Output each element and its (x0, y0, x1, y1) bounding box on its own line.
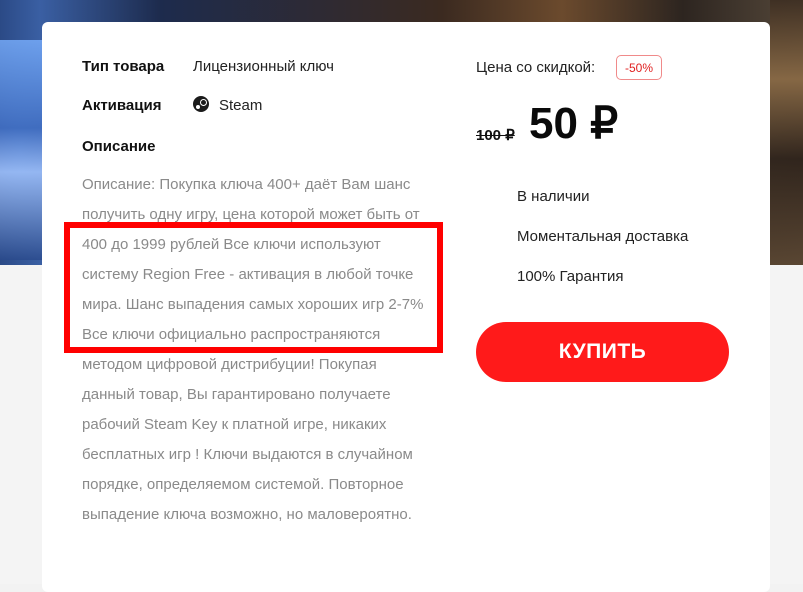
banner-art-left (0, 40, 42, 260)
buy-button[interactable]: КУПИТЬ (476, 322, 729, 382)
type-value: Лицензионный ключ (193, 58, 334, 75)
discount-price-label: Цена со скидкой: (476, 59, 596, 76)
discount-badge: -50% (616, 55, 662, 80)
feature-instant-delivery: Моментальная доставка (517, 228, 689, 245)
banner-art-right (770, 0, 803, 265)
product-card: Тип товара Лицензионный ключ Активация S… (42, 22, 770, 592)
old-price: 100 ₽ (476, 127, 515, 144)
type-label: Тип товара (82, 58, 165, 75)
description-label: Описание (82, 138, 156, 155)
activation-value: Steam (219, 97, 263, 114)
feature-guarantee: 100% Гарантия (517, 268, 624, 285)
feature-in-stock: В наличии (517, 188, 590, 205)
highlight-box (64, 222, 443, 353)
steam-icon (193, 96, 209, 112)
new-price: 50 ₽ (529, 99, 619, 148)
activation-label: Активация (82, 97, 162, 114)
